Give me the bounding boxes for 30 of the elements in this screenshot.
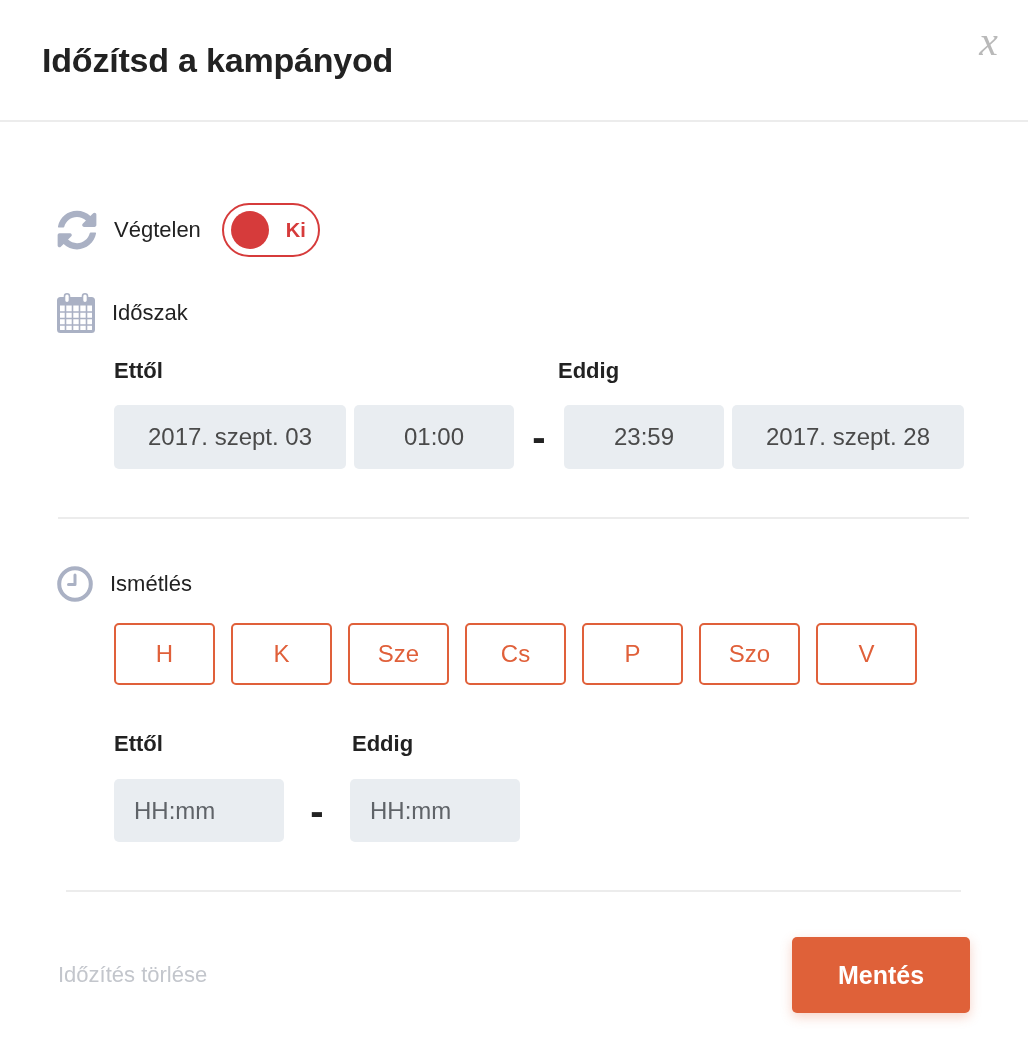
save-button[interactable]: Mentés [792,937,970,1013]
day-button[interactable]: Szo [699,623,800,685]
section-label: Végtelen [114,217,201,243]
range-dash: - [310,790,324,831]
time-field[interactable]: 23:59 [564,405,724,469]
section-label: Ismétlés [110,571,192,597]
refresh-icon [57,210,97,250]
clock-icon [57,566,93,602]
toggle-switch[interactable]: Ki [221,203,320,257]
section-label: Időszak [112,300,188,326]
day-button[interactable]: Cs [465,623,566,685]
close-button[interactable]: x [979,20,998,62]
field-label: Ettől [114,731,164,757]
dialog-title: Időzítsd a kampányod [42,40,394,80]
calendar-icon [57,293,95,333]
day-button[interactable]: Sze [348,623,449,685]
date-field[interactable]: 2017. szept. 03 [114,405,346,469]
field-label: Eddig [352,731,415,757]
date-field[interactable]: 2017. szept. 28 [732,405,964,469]
field-label: Eddig [558,358,621,384]
toggle-knob [230,211,269,249]
range-dash: - [532,417,546,457]
time-input[interactable]: HH:mm [350,779,520,842]
day-button[interactable]: P [582,623,683,685]
day-button[interactable]: H [114,623,215,685]
day-button[interactable]: K [231,623,332,685]
time-field[interactable]: 01:00 [354,405,514,469]
day-button[interactable]: V [816,623,917,685]
time-input[interactable]: HH:mm [114,779,284,842]
field-label: Ettől [114,358,164,384]
